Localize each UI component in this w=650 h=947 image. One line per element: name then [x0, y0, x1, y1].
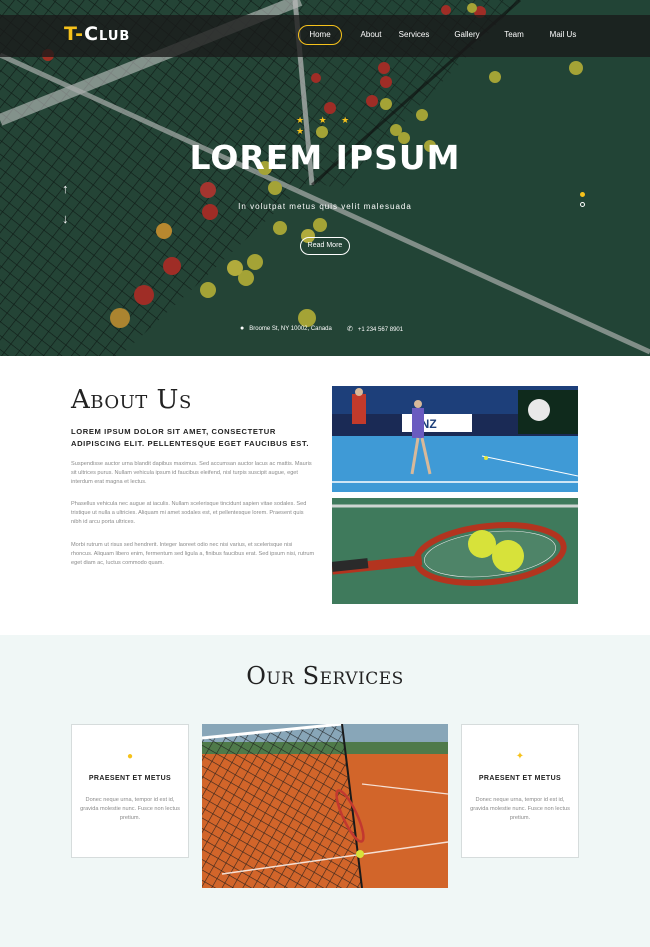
location-pin-icon: ● — [240, 325, 245, 332]
main-nav: Home About Services Gallery Team Mail Us — [298, 25, 584, 45]
read-more-button[interactable]: Read More — [300, 237, 350, 255]
about-paragraph: Phasellus vehicula nec augue at iaculis.… — [71, 501, 307, 525]
top-navbar: T-Club Home About Services Gallery Team … — [0, 15, 650, 57]
service-card-title: PRAESENT ET METUS — [478, 775, 562, 782]
nav-mail-us[interactable]: Mail Us — [542, 25, 584, 45]
service-card-text: Donec neque urna, tempor id est id, grav… — [80, 797, 180, 821]
about-paragraph: Morbi rutrum ut risus sed hendrerit. Int… — [71, 542, 315, 566]
slider-dot[interactable] — [580, 202, 585, 207]
logo-initial: T- — [64, 23, 85, 45]
services-section: Our Services ● PRAESENT ET METUS Donec n… — [0, 635, 650, 947]
hero-title: LOREM IPSUM — [189, 138, 461, 177]
about-lead: LOREM IPSUM DOLOR SIT AMET, CONSECTETUR … — [71, 427, 310, 448]
phone-text: +1 234 567 8901 — [357, 327, 404, 333]
hero-banner: T-Club Home About Services Gallery Team … — [0, 0, 650, 356]
about-title: About Us — [71, 385, 192, 415]
user-icon: ● — [126, 751, 134, 762]
arrow-down-icon[interactable]: ↓ — [62, 212, 69, 225]
hero-subtitle: In volutpat metus quis velit malesuada — [238, 202, 412, 211]
slider-dot-active[interactable] — [580, 192, 585, 197]
service-card-title: PRAESENT ET METUS — [88, 775, 172, 782]
service-card[interactable]: ● PRAESENT ET METUS Donec neque urna, te… — [71, 724, 189, 858]
nav-about[interactable]: About — [354, 25, 388, 45]
arrow-up-icon[interactable]: ↑ — [62, 182, 69, 195]
nav-gallery[interactable]: Gallery — [446, 25, 488, 45]
nav-team[interactable]: Team — [494, 25, 534, 45]
site-logo[interactable]: T-Club — [64, 23, 130, 45]
logo-text: Club — [84, 23, 131, 45]
clay-court-photo — [202, 724, 448, 888]
about-paragraph: Suspendisse auctor urna blandit dapibus … — [71, 461, 312, 485]
nav-services[interactable]: Services — [392, 25, 436, 45]
service-card-text: Donec neque urna, tempor id est id, grav… — [470, 797, 570, 821]
trophy-icon: ✦ — [515, 751, 525, 762]
services-title: Our Services — [246, 662, 404, 690]
contact-address: ● Broome St, NY 10002, Canada — [240, 325, 332, 332]
tennis-match-photo: ANZ — [332, 386, 578, 492]
contact-phone: ✆ +1 234 567 8901 — [347, 325, 403, 333]
rating-stars-icon: ★ ★ ★ ★ — [296, 115, 356, 136]
tennis-racket-photo — [332, 498, 578, 604]
address-text: Broome St, NY 10002, Canada — [249, 326, 332, 332]
service-card[interactable]: ✦ PRAESENT ET METUS Donec neque urna, te… — [461, 724, 579, 858]
nav-home[interactable]: Home — [298, 25, 342, 45]
phone-icon: ✆ — [347, 326, 353, 333]
